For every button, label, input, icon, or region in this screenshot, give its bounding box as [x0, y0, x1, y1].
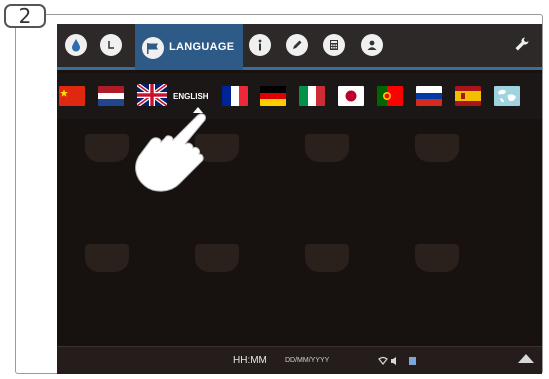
flag-icon: [142, 37, 164, 59]
flag-netherlands[interactable]: [98, 86, 124, 106]
tab-language-label: LANGUAGE: [169, 41, 235, 53]
clock-time: HH:MM: [233, 355, 267, 366]
bottom-status-bar: HH:MM DD/MM/YYYY: [57, 346, 542, 374]
drink-tile: [397, 134, 477, 204]
status-icons: [377, 355, 425, 370]
drink-tile: [397, 244, 477, 314]
clock-date: DD/MM/YYYY: [285, 357, 330, 364]
selected-language-label: ENGLISH: [173, 92, 209, 101]
flag-united-kingdom: [137, 84, 167, 106]
wifi-icon: [378, 356, 388, 365]
flag-germany[interactable]: [260, 86, 286, 106]
flag-russia[interactable]: [416, 86, 442, 106]
pointing-hand-icon: [135, 113, 206, 192]
flag-portugal[interactable]: [377, 86, 403, 106]
drink-tile: [287, 134, 367, 204]
flag-spain[interactable]: [455, 86, 481, 106]
tab-language[interactable]: LANGUAGE: [135, 24, 243, 70]
step-number-badge: 2: [4, 4, 46, 28]
flag-japan[interactable]: [338, 86, 364, 106]
drink-tile: [67, 244, 147, 314]
clock-icon[interactable]: [100, 34, 122, 56]
flag-global[interactable]: [494, 86, 520, 106]
pencil-icon[interactable]: [286, 34, 308, 56]
drink-tile: [177, 244, 257, 314]
machine-screen: LANGUAGE ENGLISH HH:MM DD/MM/YYYY: [57, 24, 542, 374]
user-icon[interactable]: [361, 34, 383, 56]
flag-china[interactable]: [59, 86, 85, 106]
water-drop-icon[interactable]: [65, 34, 87, 56]
speaker-icon: [391, 357, 396, 365]
flag-italy[interactable]: [299, 86, 325, 106]
settings-toolbar: LANGUAGE: [57, 24, 542, 70]
calculator-icon[interactable]: [323, 34, 345, 56]
printer-icon: [409, 357, 416, 365]
wrench-icon[interactable]: [514, 36, 530, 57]
info-icon[interactable]: [249, 34, 271, 56]
flag-france[interactable]: [222, 86, 248, 106]
expand-up-arrow-icon[interactable]: [518, 354, 534, 363]
drink-tile: [287, 244, 367, 314]
